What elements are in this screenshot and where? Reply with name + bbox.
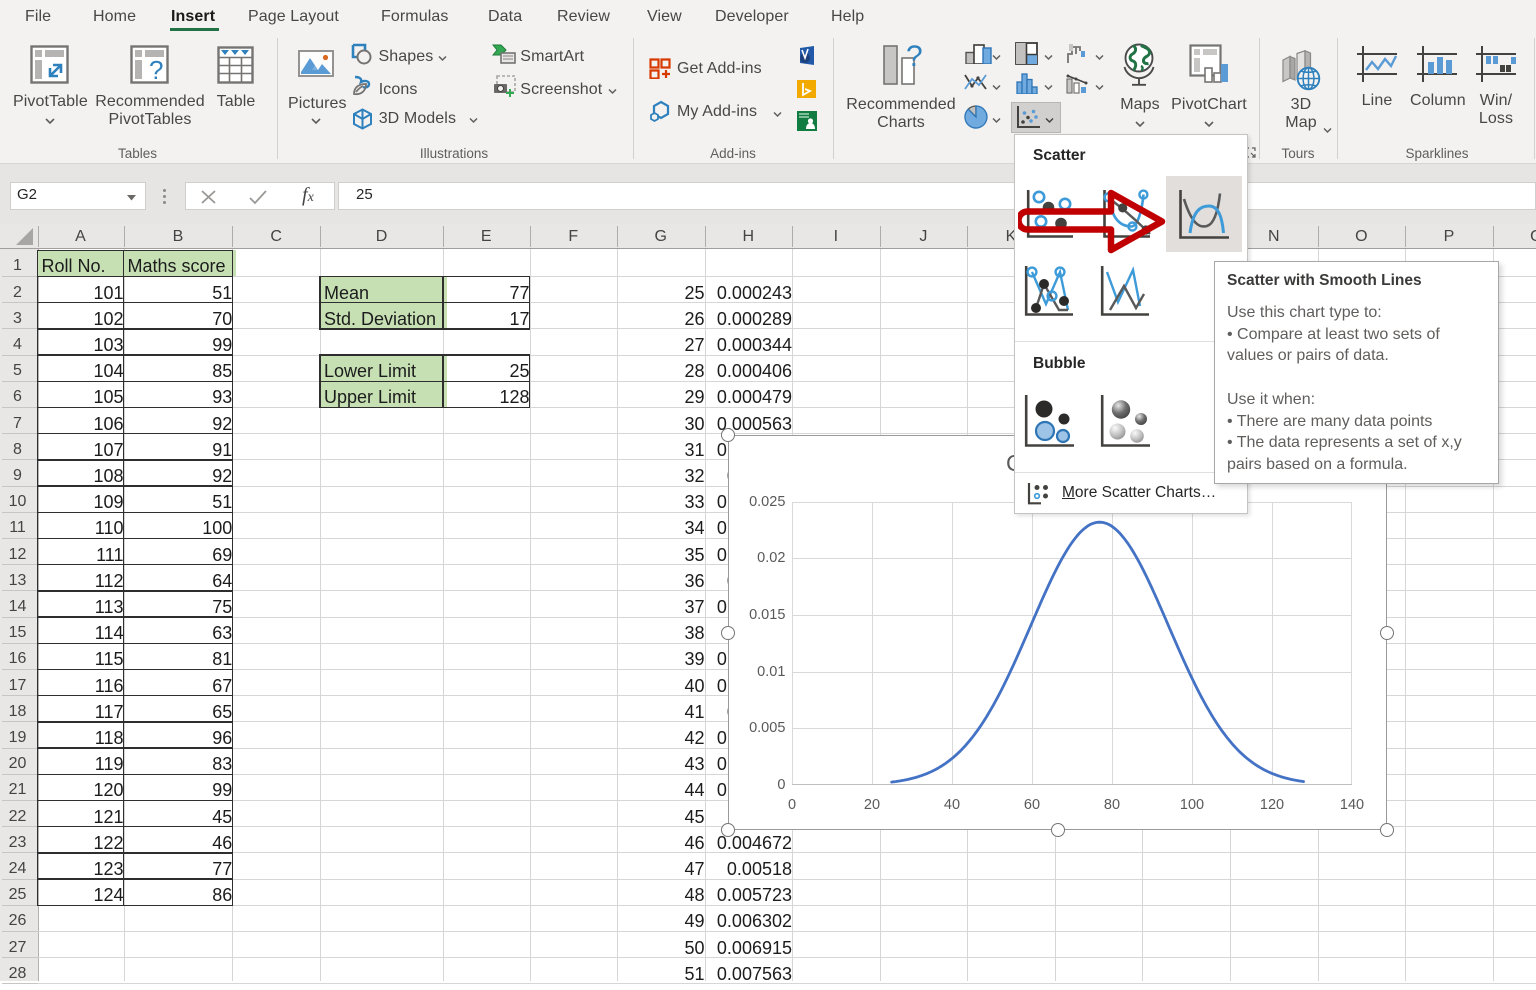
svg-text:?: ? [906,42,923,73]
svg-text:?: ? [149,55,163,85]
